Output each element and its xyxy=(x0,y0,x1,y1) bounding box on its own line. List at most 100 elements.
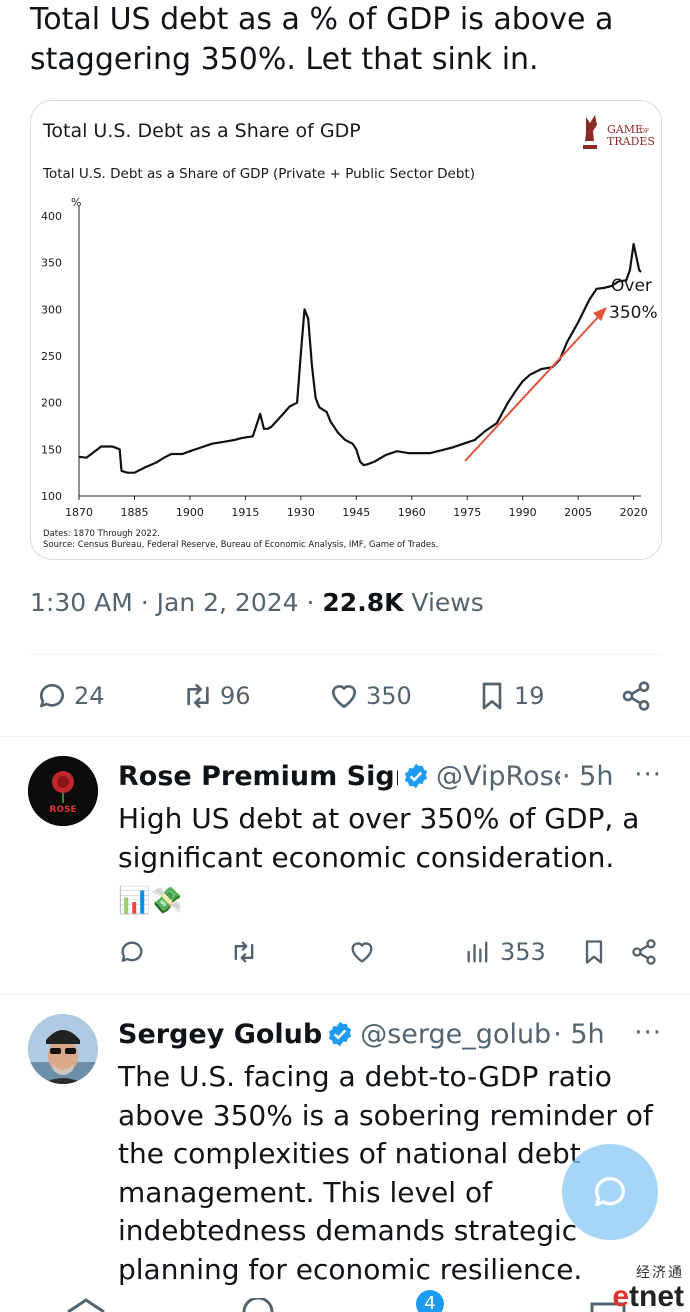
tweet-meta: 1:30 AM · Jan 2, 2024 · 22.8K Views xyxy=(30,588,484,617)
reply-count: 24 xyxy=(74,682,105,710)
watermark-logo-e: e xyxy=(612,1280,629,1312)
avatar[interactable] xyxy=(28,1014,98,1084)
x-tick-label: 1885 xyxy=(120,506,148,519)
notification-badge[interactable]: 4 xyxy=(416,1290,444,1312)
reply-header: Rose Premium Signals @VipRose · 5h xyxy=(118,756,662,796)
divider xyxy=(0,994,690,995)
reply-author-name[interactable]: Sergey Golub xyxy=(118,1019,322,1050)
x-tick-label: 2020 xyxy=(620,506,648,519)
bookmark-icon xyxy=(482,682,502,710)
share-icon xyxy=(622,681,650,711)
retweet-count: 96 xyxy=(220,682,251,710)
views-count: 353 xyxy=(500,938,546,966)
chart-subtitle: Total U.S. Debt as a Share of GDP (Priva… xyxy=(42,166,475,182)
retweet-button[interactable]: 96 xyxy=(182,672,251,720)
x-tick-label: 2005 xyxy=(564,506,592,519)
reply-emojis: 📊💸 xyxy=(118,886,183,916)
share-icon xyxy=(632,939,656,965)
search-icon[interactable] xyxy=(240,1298,276,1312)
reply-header: Sergey Golub @serge_golub · 5h xyxy=(118,1014,662,1054)
tweet-date: Jan 2, 2024 xyxy=(156,588,299,617)
reply-time: · 5h xyxy=(553,1018,605,1050)
reply-action-bar: 353 xyxy=(118,938,666,978)
brand-trades: TRADES xyxy=(607,135,655,148)
x-tick-label: 1915 xyxy=(231,506,259,519)
rose-logo: ROSE xyxy=(28,756,98,826)
like-button[interactable]: 350 xyxy=(328,672,412,720)
divider xyxy=(30,654,660,655)
watermark-logo: etnet xyxy=(612,1282,684,1312)
debt-gdp-line xyxy=(78,242,642,474)
y-tick-label: 400 xyxy=(41,210,62,223)
user-avatar-photo xyxy=(28,1014,98,1084)
chart-series xyxy=(78,242,642,474)
reply-icon xyxy=(39,684,64,708)
share-button[interactable] xyxy=(620,672,652,720)
retweet-icon xyxy=(187,684,209,708)
reply-button[interactable] xyxy=(118,938,146,966)
brand-of: OF xyxy=(640,128,649,135)
reply-icon xyxy=(121,941,143,962)
verified-badge-icon xyxy=(404,763,428,789)
x-tick-label: 1960 xyxy=(398,506,426,519)
like-button[interactable] xyxy=(348,938,376,966)
game-of-trades-logo: GAME OF TRADES xyxy=(583,115,655,149)
more-options-button[interactable]: ··· xyxy=(634,760,662,790)
bookmark-icon xyxy=(585,940,603,964)
x-tick-label: 1945 xyxy=(342,506,370,519)
tweet-action-bar: 24 96 350 19 xyxy=(30,672,660,722)
debt-to-gdp-chart: Total U.S. Debt as a Share of GDP Total … xyxy=(41,115,658,550)
heart-icon xyxy=(351,942,373,963)
compose-reply-button[interactable] xyxy=(562,1144,658,1240)
avatar[interactable]: ROSE xyxy=(28,756,98,826)
more-options-button[interactable]: ··· xyxy=(634,1018,662,1048)
divider xyxy=(0,736,690,737)
watermark-logo-rest: tnet xyxy=(629,1280,684,1312)
y-tick-label: 300 xyxy=(41,303,62,316)
like-count: 350 xyxy=(366,682,412,710)
x-tick-label: 1900 xyxy=(176,506,204,519)
bookmark-button[interactable]: 19 xyxy=(476,672,545,720)
bookmark-button[interactable] xyxy=(580,938,608,966)
reply-author-handle[interactable]: @VipRose xyxy=(436,761,560,792)
tweet-text: Total US debt as a % of GDP is above a s… xyxy=(30,2,614,77)
verified-badge-icon xyxy=(329,1021,352,1047)
views-label: Views xyxy=(411,588,484,617)
chart-image[interactable]: Total U.S. Debt as a Share of GDP Total … xyxy=(30,100,662,560)
reply-author-name[interactable]: Rose Premium Signals xyxy=(118,761,398,792)
tweet-time: 1:30 AM xyxy=(30,588,133,617)
annotation-over: Over xyxy=(611,276,652,296)
y-tick-label: 150 xyxy=(41,443,62,456)
x-tick-label: 1870 xyxy=(65,506,93,519)
reply-button[interactable]: 24 xyxy=(36,672,105,720)
footnote-source: Source: Census Bureau, Federal Reserve, … xyxy=(43,540,438,550)
y-axis-unit: % xyxy=(71,196,81,209)
x-tick-label: 1975 xyxy=(453,506,481,519)
watermark-chinese: 经济通 xyxy=(636,1265,684,1281)
footnote-dates: Dates: 1870 Through 2022. xyxy=(43,529,160,539)
views-button[interactable]: 353 xyxy=(464,938,546,966)
y-tick-label: 350 xyxy=(41,257,62,270)
compose-icon xyxy=(594,1177,625,1207)
y-tick-label: 250 xyxy=(41,350,62,363)
bottom-navigation xyxy=(0,1298,690,1312)
home-icon[interactable] xyxy=(66,1298,106,1312)
heart-icon xyxy=(332,684,356,708)
x-tick-label: 1990 xyxy=(509,506,537,519)
meta-separator: · xyxy=(306,588,323,617)
retweet-button[interactable] xyxy=(230,938,258,966)
reply-item[interactable]: ROSE Rose Premium Signals @VipRose · 5h … xyxy=(0,756,690,992)
share-button[interactable] xyxy=(630,938,658,966)
analytics-icon xyxy=(467,941,488,963)
reply-author-handle[interactable]: @serge_golub xyxy=(360,1019,551,1050)
trend-arrow xyxy=(464,314,601,462)
annotation-350: 350% xyxy=(609,303,658,323)
retweet-icon xyxy=(234,941,254,963)
bookmark-count: 19 xyxy=(514,682,545,710)
x-tick-label: 1930 xyxy=(287,506,315,519)
reply-time: · 5h xyxy=(562,760,614,792)
etnet-watermark: 经济通 etnet xyxy=(612,1262,684,1312)
chart-title: Total U.S. Debt as a Share of GDP xyxy=(42,120,361,142)
views-count[interactable]: 22.8K xyxy=(322,588,403,617)
meta-separator: · xyxy=(140,588,157,617)
